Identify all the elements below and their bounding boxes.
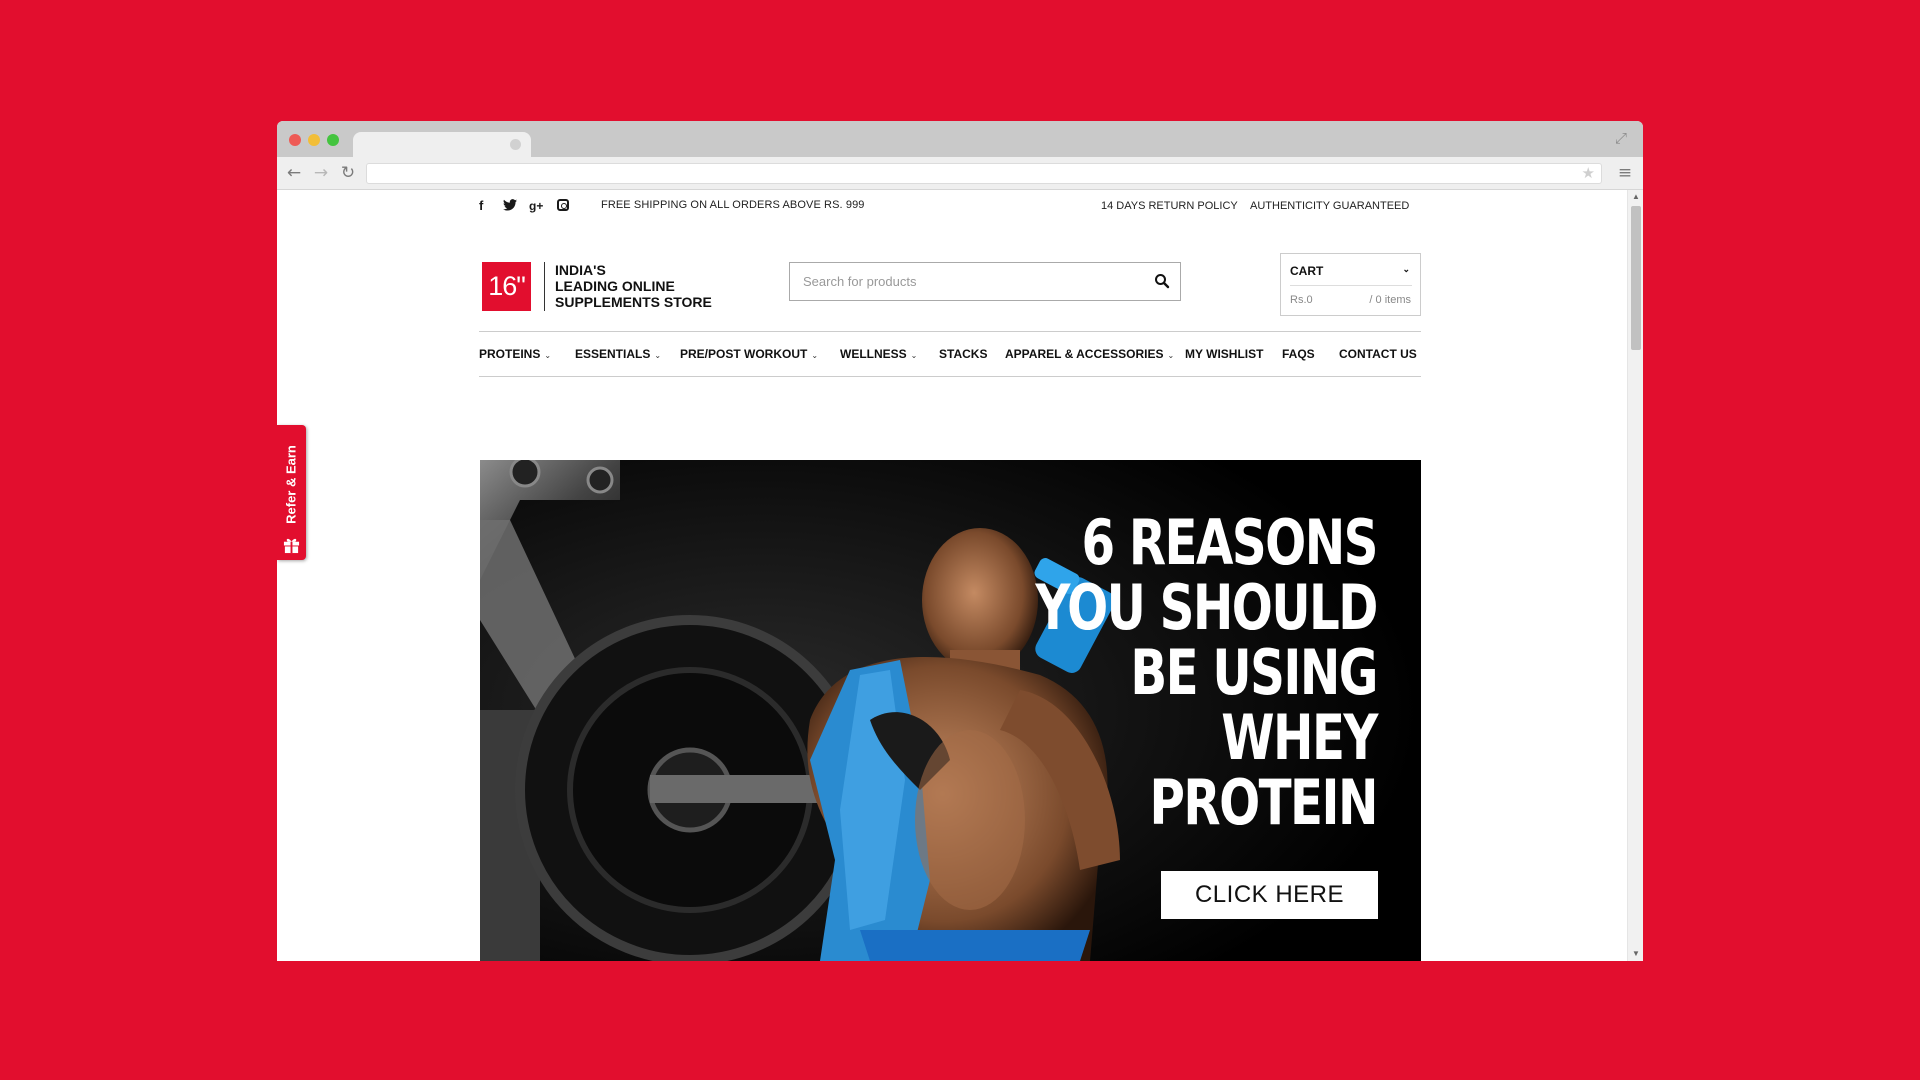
nav-item-proteins[interactable]: PROTEINS ⌄ (479, 347, 551, 361)
instagram-icon[interactable] (557, 199, 569, 214)
address-bar[interactable]: ★ (366, 163, 1602, 184)
hero-headline: 6 REASONS YOU SHOULD BE USING WHEY PROTE… (1035, 506, 1379, 839)
site-logo[interactable]: 16" (482, 262, 531, 311)
main-navigation: PROTEINS ⌄ ESSENTIALS ⌄ PRE/POST WORKOUT ⌄ … (479, 331, 1421, 377)
tagline-line: LEADING ONLINE (555, 278, 675, 294)
maximize-window-button[interactable] (327, 134, 339, 146)
nav-item-label: MY WISHLIST (1185, 347, 1264, 361)
click-here-button[interactable]: CLICK HERE (1161, 871, 1378, 919)
hero-headline-line: WHEY (1221, 701, 1378, 774)
nav-item-label: CONTACT US (1339, 347, 1417, 361)
chevron-down-icon[interactable]: ⌄ (1402, 264, 1410, 275)
hamburger-menu-icon[interactable]: ≡ (1615, 163, 1635, 183)
nav-item-pre-post-workout[interactable]: PRE/POST WORKOUT ⌄ (680, 347, 818, 361)
star-icon[interactable]: ★ (1582, 165, 1595, 183)
vertical-scrollbar[interactable]: ▲ ▼ (1627, 190, 1643, 961)
gift-icon (283, 538, 300, 554)
search-box (789, 262, 1181, 301)
nav-item-essentials[interactable]: ESSENTIALS ⌄ (575, 347, 661, 361)
nav-item-label: FAQS (1282, 347, 1315, 361)
cart-amount: Rs.0 (1290, 294, 1313, 306)
top-info-bar: f g+ FREE SHIPPING ON ALL ORDERS ABOVE R… (477, 190, 1419, 220)
hero-headline-line: 6 REASONS (1081, 506, 1379, 579)
nav-item-contact[interactable]: CONTACT US (1339, 347, 1417, 361)
close-window-button[interactable] (289, 134, 301, 146)
tagline-line: SUPPLEMENTS STORE (555, 294, 712, 310)
chevron-down-icon: ⌄ (1167, 351, 1175, 360)
search-input[interactable] (790, 263, 1140, 300)
nav-item-label: PRE/POST WORKOUT (680, 347, 808, 361)
nav-item-wishlist[interactable]: MY WISHLIST (1185, 347, 1263, 361)
scrollbar-thumb[interactable] (1631, 206, 1641, 350)
cart-divider (1290, 285, 1412, 286)
chevron-down-icon: ⌄ (654, 351, 662, 360)
scroll-down-icon[interactable]: ▼ (1628, 947, 1643, 961)
arrow-right-icon[interactable]: → (311, 163, 331, 183)
refer-earn-label: Refer & Earn (283, 445, 299, 524)
google-plus-icon[interactable]: g+ (529, 199, 543, 213)
authenticity-link[interactable]: AUTHENTICITY GUARANTEED (1250, 200, 1409, 212)
search-icon[interactable] (1154, 273, 1170, 289)
tab-close-icon[interactable] (510, 139, 521, 150)
page-viewport: f g+ FREE SHIPPING ON ALL ORDERS ABOVE R… (277, 190, 1643, 961)
browser-toolbar: ← → ↻ ★ ≡ (277, 157, 1643, 190)
nav-item-label: PROTEINS (479, 347, 541, 361)
twitter-icon[interactable] (503, 199, 517, 214)
return-policy-link[interactable]: 14 DAYS RETURN POLICY (1101, 200, 1238, 212)
refer-earn-tab[interactable]: Refer & Earn (277, 425, 306, 560)
scroll-up-icon[interactable]: ▲ (1628, 190, 1643, 204)
minimize-window-button[interactable] (308, 134, 320, 146)
cart-title: CART (1290, 264, 1324, 278)
nav-item-label: WELLNESS (840, 347, 907, 361)
arrow-left-icon[interactable]: ← (284, 163, 304, 183)
site-tagline: INDIA'S LEADING ONLINE SUPPLEMENTS STORE (555, 262, 712, 310)
hero-headline-line: YOU SHOULD (1035, 571, 1378, 644)
cart-widget[interactable]: CART ⌄ Rs.0 / 0 items (1280, 253, 1421, 316)
browser-titlebar: ⤢ (277, 121, 1643, 157)
nav-item-faqs[interactable]: FAQS (1282, 347, 1315, 361)
nav-item-apparel[interactable]: APPAREL & ACCESSORIES ⌄ (1005, 347, 1174, 361)
chevron-down-icon: ⌄ (811, 351, 819, 360)
nav-item-stacks[interactable]: STACKS (939, 347, 987, 361)
chevron-down-icon: ⌄ (544, 351, 552, 360)
nav-item-label: ESSENTIALS (575, 347, 651, 361)
nav-item-label: STACKS (939, 347, 988, 361)
tagline-line: INDIA'S (555, 262, 606, 278)
browser-window: ⤢ ← → ↻ ★ ≡ f g+ FREE SHIPPING ON ALL OR… (277, 121, 1643, 961)
expand-icon[interactable]: ⤢ (1611, 129, 1631, 149)
nav-item-wellness[interactable]: WELLNESS ⌄ (840, 347, 917, 361)
cart-item-count: / 0 items (1369, 294, 1411, 306)
browser-tab[interactable] (353, 132, 531, 157)
hero-banner[interactable]: 6 REASONS YOU SHOULD BE USING WHEY PROTE… (480, 460, 1421, 961)
reload-icon[interactable]: ↻ (338, 163, 358, 183)
hero-headline-line: PROTEIN (1149, 766, 1379, 839)
logo-divider (544, 262, 545, 311)
facebook-icon[interactable]: f (479, 199, 483, 213)
free-shipping-notice: FREE SHIPPING ON ALL ORDERS ABOVE RS. 99… (601, 199, 865, 211)
nav-item-label: APPAREL & ACCESSORIES (1005, 347, 1164, 361)
chevron-down-icon: ⌄ (910, 351, 918, 360)
hero-headline-line: BE USING (1130, 636, 1378, 709)
